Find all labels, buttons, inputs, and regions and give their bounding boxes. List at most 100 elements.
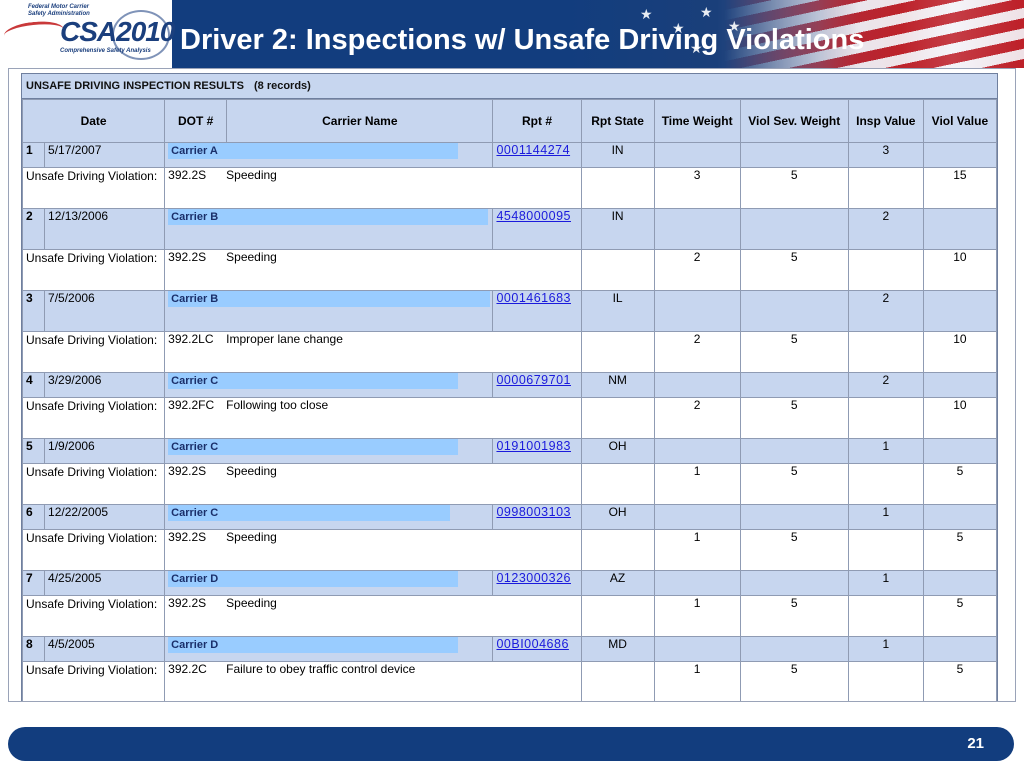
time-weight: 1 bbox=[653, 463, 741, 505]
column-header-insp-value: Insp Value bbox=[847, 99, 924, 143]
violation-value: 10 bbox=[922, 249, 997, 291]
violation-row: Unsafe Driving Violation: 392.2S Speeding 1… bbox=[22, 463, 997, 505]
violation-row: Unsafe Driving Violation: 392.2S Speeding 2… bbox=[22, 249, 997, 291]
inspection-row: 3 7/5/2006 Carrier B 0001461683 IL 2 bbox=[22, 290, 997, 332]
violation-value: 15 bbox=[922, 167, 997, 209]
record-number: 5 bbox=[22, 438, 46, 464]
report-number-cell: 0123000326 bbox=[492, 570, 582, 596]
sev-weight-empty bbox=[739, 438, 849, 464]
sev-weight-empty bbox=[739, 372, 849, 398]
violation-code: 392.2S bbox=[168, 168, 207, 182]
time-weight-empty bbox=[653, 636, 741, 662]
time-weight-empty bbox=[653, 208, 741, 250]
report-number-link[interactable]: 0001461683 bbox=[496, 291, 571, 305]
carrier-name: Carrier C bbox=[168, 439, 459, 455]
column-header-date: Date bbox=[22, 99, 166, 143]
violation-code: 392.2LC bbox=[168, 332, 214, 346]
state-empty bbox=[580, 249, 655, 291]
insp-value-empty bbox=[847, 397, 924, 439]
carrier-name: Carrier A bbox=[168, 143, 459, 159]
record-number: 4 bbox=[22, 372, 46, 398]
time-weight: 1 bbox=[653, 661, 741, 701]
state-empty bbox=[580, 661, 655, 701]
star-icon: ★ bbox=[700, 4, 713, 20]
violation-value: 5 bbox=[922, 463, 997, 505]
inspection-row: 4 3/29/2006 Carrier C 0000679701 NM 2 bbox=[22, 372, 997, 398]
severity-weight: 5 bbox=[739, 529, 849, 571]
report-number-link[interactable]: 0998003103 bbox=[496, 505, 571, 519]
report-state: NM bbox=[580, 372, 655, 398]
inspection-table: Date DOT # Carrier Name Rpt # Rpt State … bbox=[22, 99, 997, 701]
sev-weight-empty bbox=[739, 504, 849, 530]
insp-value-empty bbox=[847, 661, 924, 701]
time-weight-empty bbox=[653, 438, 741, 464]
star-icon: ★ bbox=[640, 6, 653, 22]
inspection-value: 2 bbox=[847, 208, 924, 250]
logo-tagline: Comprehensive Safety Analysis bbox=[60, 48, 151, 54]
violation-label: Unsafe Driving Violation: bbox=[22, 595, 166, 637]
viol-value-empty bbox=[922, 504, 997, 530]
report-number-link[interactable]: 0123000326 bbox=[496, 571, 571, 585]
violation-label: Unsafe Driving Violation: bbox=[22, 661, 166, 701]
sev-weight-empty bbox=[739, 142, 849, 168]
violation-code: 392.2C bbox=[168, 662, 207, 676]
inspection-row: 7 4/25/2005 Carrier D 0123000326 AZ 1 bbox=[22, 570, 997, 596]
violation-label: Unsafe Driving Violation: bbox=[22, 167, 166, 209]
carrier-name: Carrier C bbox=[168, 505, 451, 521]
time-weight: 3 bbox=[653, 167, 741, 209]
sev-weight-empty bbox=[739, 290, 849, 332]
violation-label: Unsafe Driving Violation: bbox=[22, 331, 166, 373]
report-number-link[interactable]: 0001144274 bbox=[496, 143, 570, 157]
violation-value: 5 bbox=[922, 595, 997, 637]
slide-footer: 21 bbox=[8, 727, 1014, 761]
report-state: OH bbox=[580, 504, 655, 530]
inspection-date: 1/9/2006 bbox=[44, 438, 166, 464]
sev-weight-empty bbox=[739, 208, 849, 250]
csa-logo: Federal Motor Carrier Safety Administrat… bbox=[0, 0, 175, 68]
column-header-viol-sev-weight: Viol Sev. Weight bbox=[739, 99, 849, 143]
inspection-date: 12/22/2005 bbox=[44, 504, 166, 530]
viol-value-empty bbox=[922, 570, 997, 596]
report-number-link[interactable]: 0000679701 bbox=[496, 373, 571, 387]
violation-code: 392.2S bbox=[168, 530, 207, 544]
report-number-link[interactable]: 4548000095 bbox=[496, 209, 571, 223]
violation-detail: 392.2S Speeding bbox=[164, 167, 582, 209]
viol-value-empty bbox=[922, 208, 997, 250]
record-count: (8 records) bbox=[253, 80, 311, 92]
carrier-name: Carrier D bbox=[168, 571, 459, 587]
carrier-name: Carrier D bbox=[168, 637, 459, 653]
carrier-cell: Carrier C bbox=[164, 372, 494, 398]
inspection-row: 8 4/5/2005 Carrier D 00BI004686 MD 1 bbox=[22, 636, 997, 662]
inspection-date: 4/5/2005 bbox=[44, 636, 166, 662]
inspection-row: 1 5/17/2007 Carrier A 0001144274 IN 3 bbox=[22, 142, 997, 168]
report-number-link[interactable]: 0191001983 bbox=[496, 439, 571, 453]
column-header-dot: DOT # bbox=[164, 99, 228, 143]
slide-header: ★ ★ ★ ★ ★ Federal Motor Carrier Safety A… bbox=[0, 0, 1024, 68]
inspection-screenshot: UNSAFE DRIVING INSPECTION RESULTS (8 reco… bbox=[8, 68, 1016, 702]
violation-value: 10 bbox=[922, 331, 997, 373]
insp-value-empty bbox=[847, 167, 924, 209]
inspection-value: 1 bbox=[847, 570, 924, 596]
viol-value-empty bbox=[922, 372, 997, 398]
violation-code: 392.2S bbox=[168, 596, 207, 610]
violation-detail: 392.2S Speeding bbox=[164, 463, 582, 505]
report-number-cell: 0000679701 bbox=[492, 372, 582, 398]
time-weight: 1 bbox=[653, 529, 741, 571]
report-number-link[interactable]: 00BI004686 bbox=[496, 637, 568, 651]
results-title-text: UNSAFE DRIVING INSPECTION RESULTS bbox=[26, 80, 244, 92]
results-title: UNSAFE DRIVING INSPECTION RESULTS (8 reco… bbox=[22, 74, 997, 99]
viol-value-empty bbox=[922, 290, 997, 332]
violation-detail: 392.2S Speeding bbox=[164, 529, 582, 571]
viol-value-empty bbox=[922, 142, 997, 168]
violation-description: Failure to obey traffic control device bbox=[226, 662, 416, 676]
violation-code: 392.2FC bbox=[168, 398, 215, 412]
state-empty bbox=[580, 463, 655, 505]
time-weight: 2 bbox=[653, 331, 741, 373]
column-header-rpt-state: Rpt State bbox=[580, 99, 655, 143]
carrier-name: Carrier C bbox=[168, 373, 459, 389]
violation-description: Following too close bbox=[226, 398, 329, 412]
violation-row: Unsafe Driving Violation: 392.2S Speeding 1… bbox=[22, 595, 997, 637]
report-number-cell: 00BI004686 bbox=[492, 636, 582, 662]
report-state: OH bbox=[580, 438, 655, 464]
inspection-date: 5/17/2007 bbox=[44, 142, 166, 168]
